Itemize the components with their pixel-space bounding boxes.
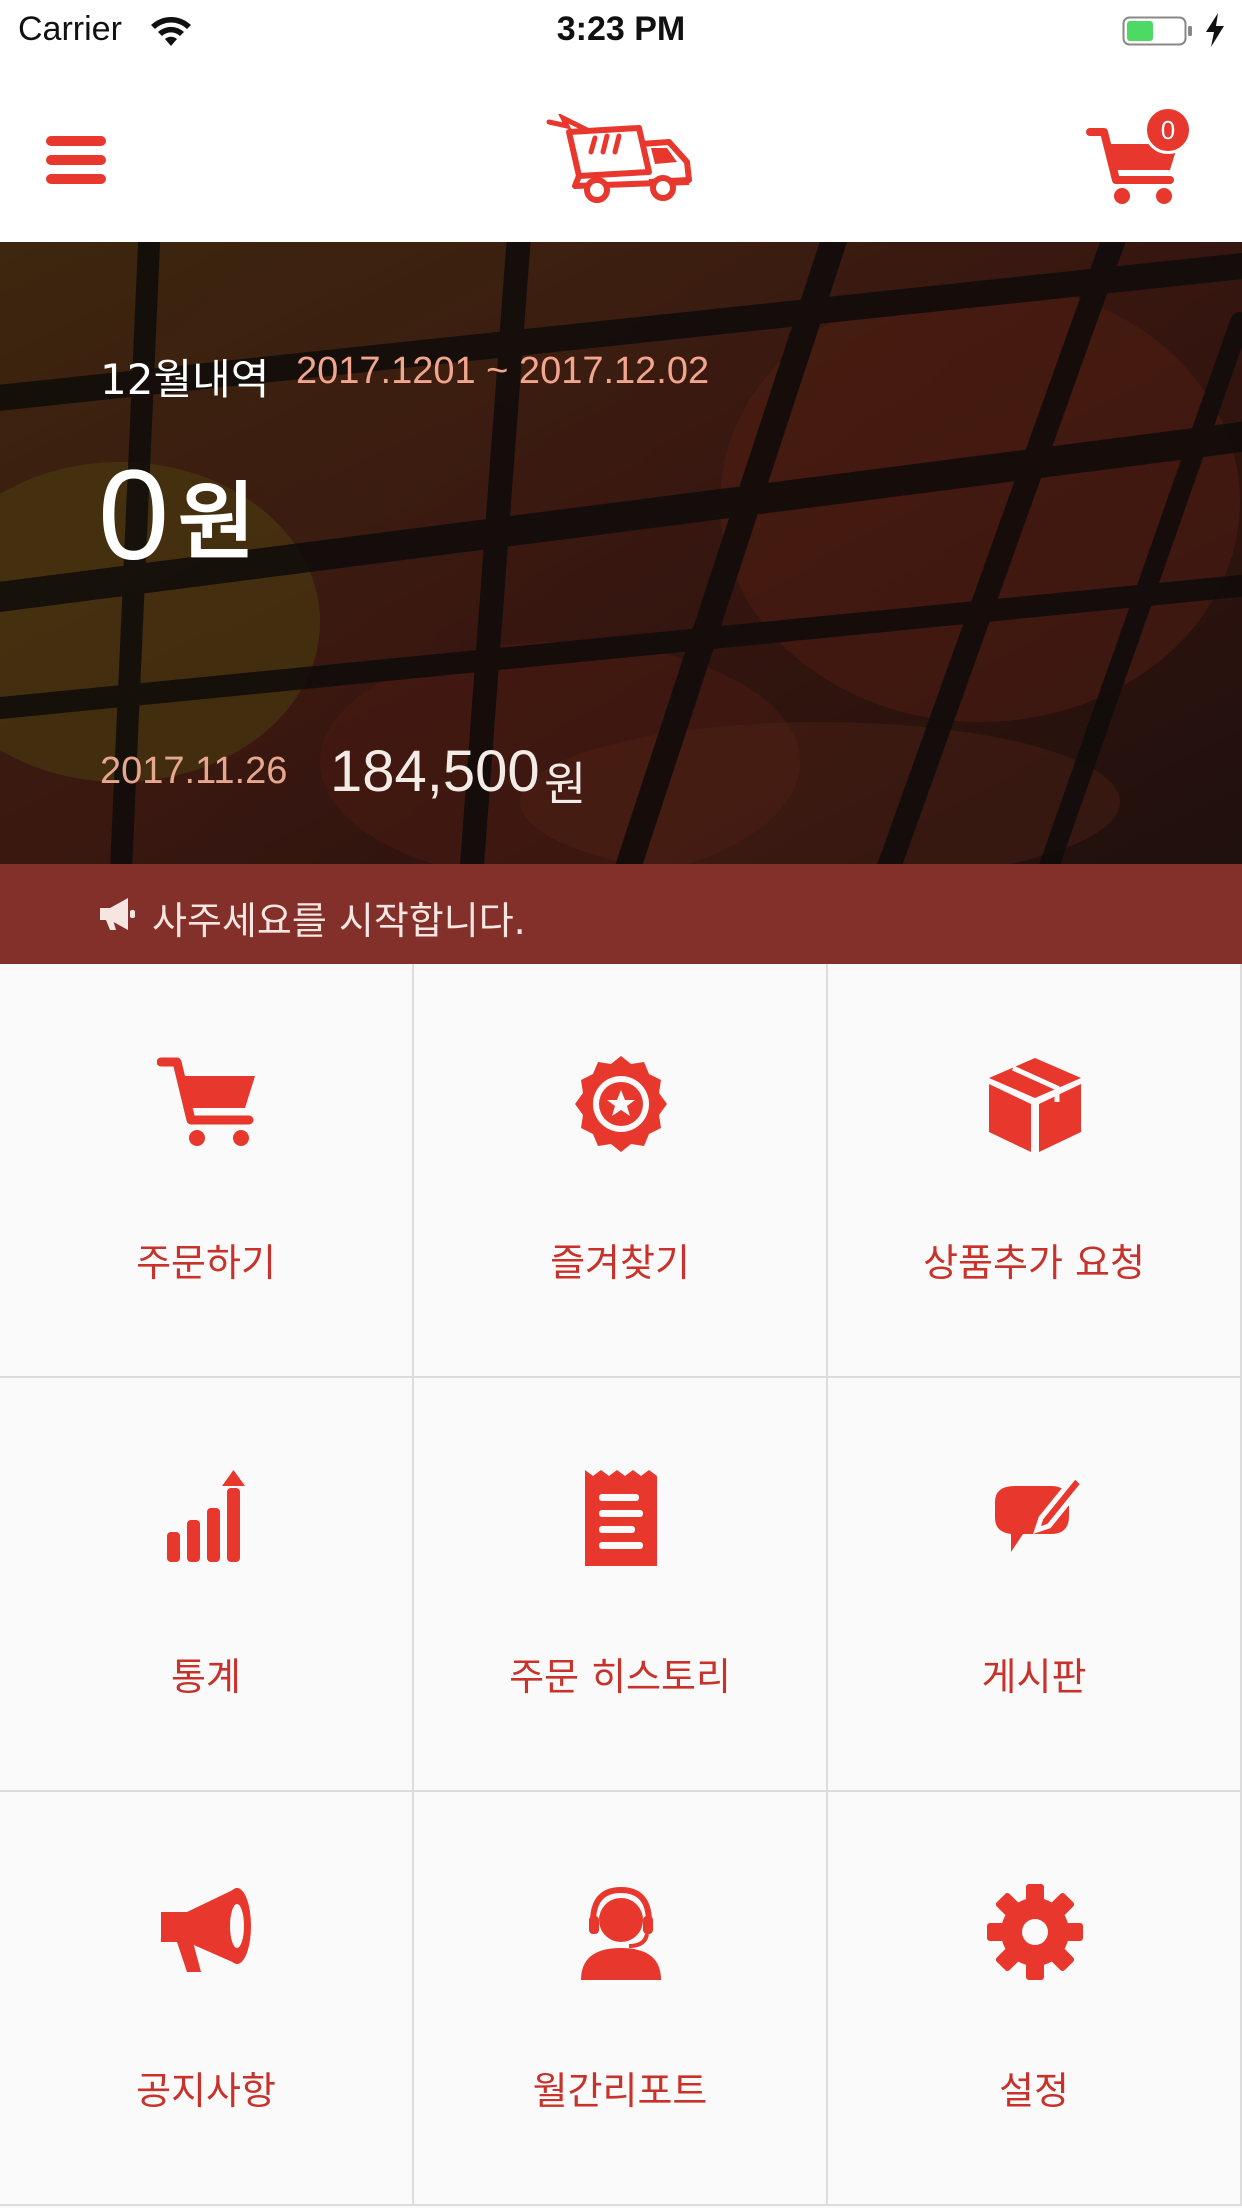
menu-statistics[interactable]: 통계 xyxy=(0,1378,414,1792)
previous-order-date: 2017.11.26 xyxy=(100,750,288,792)
battery-icon xyxy=(1122,16,1192,46)
currency-unit: 원 xyxy=(178,473,256,571)
menu-notices[interactable]: 공지사항 xyxy=(0,1792,414,2206)
month-label: 12월내역 xyxy=(100,355,270,404)
app-header: 0 xyxy=(0,62,1242,242)
charging-icon xyxy=(1206,13,1224,47)
clock: 3:23 PM xyxy=(556,10,686,48)
menu-product-request[interactable]: 상품추가 요청 xyxy=(828,964,1242,1378)
menu-board[interactable]: 게시판 xyxy=(828,1378,1242,1792)
truck-logo-icon xyxy=(546,114,692,203)
status-bar: Carrier 3:23 PM xyxy=(0,0,1242,62)
star-badge-icon xyxy=(575,1056,667,1152)
gear-icon xyxy=(987,1884,1083,1980)
megaphone-icon xyxy=(161,1888,251,1972)
menu-label: 설정 xyxy=(999,2069,1069,2113)
menu-label: 주문하기 xyxy=(136,1241,276,1285)
cart-count-badge: 0 xyxy=(1144,106,1192,154)
menu-settings[interactable]: 설정 xyxy=(828,1792,1242,2206)
notice-text: 사주세요를 시작합니다. xyxy=(152,899,526,943)
menu-label: 상품추가 요청 xyxy=(923,1241,1145,1285)
previous-currency-unit: 원 xyxy=(544,757,587,811)
date-range: 2017.1201 ~ 2017.12.02 xyxy=(296,350,710,392)
menu-label: 주문 히스토리 xyxy=(509,1655,731,1699)
monthly-summary-banner: 12월내역 2017.1201 ~ 2017.12.02 0 원 2017.11… xyxy=(0,242,1242,864)
menu-monthly-report[interactable]: 월간리포트 xyxy=(414,1792,828,2206)
menu-order[interactable]: 주문하기 xyxy=(0,964,414,1378)
board-icon xyxy=(995,1472,1085,1552)
notice-bar[interactable]: 사주세요를 시작합니다. xyxy=(0,864,1242,964)
stats-icon xyxy=(167,1470,245,1562)
box-icon xyxy=(989,1058,1081,1152)
menu-label: 즐겨찾기 xyxy=(550,1241,690,1285)
hamburger-menu-icon[interactable] xyxy=(44,132,108,188)
menu-label: 게시판 xyxy=(981,1655,1087,1699)
menu-label: 통계 xyxy=(171,1655,241,1699)
current-amount: 0 xyxy=(98,444,170,587)
previous-order-amount: 184,500 xyxy=(330,739,540,804)
cart-icon xyxy=(157,1057,255,1146)
menu-label: 월간리포트 xyxy=(532,2069,708,2113)
support-icon xyxy=(581,1886,661,1980)
receipt-icon xyxy=(585,1470,657,1566)
menu-order-history[interactable]: 주문 히스토리 xyxy=(414,1378,828,1792)
megaphone-icon xyxy=(100,898,135,930)
menu-favorites[interactable]: 즐겨찾기 xyxy=(414,964,828,1378)
menu-label: 공지사항 xyxy=(136,2069,276,2113)
menu-grid: 주문하기 즐겨찾기 상품추가 요청 통계 주문 히스토리 게시판 공지사항 월간… xyxy=(0,964,1242,2208)
